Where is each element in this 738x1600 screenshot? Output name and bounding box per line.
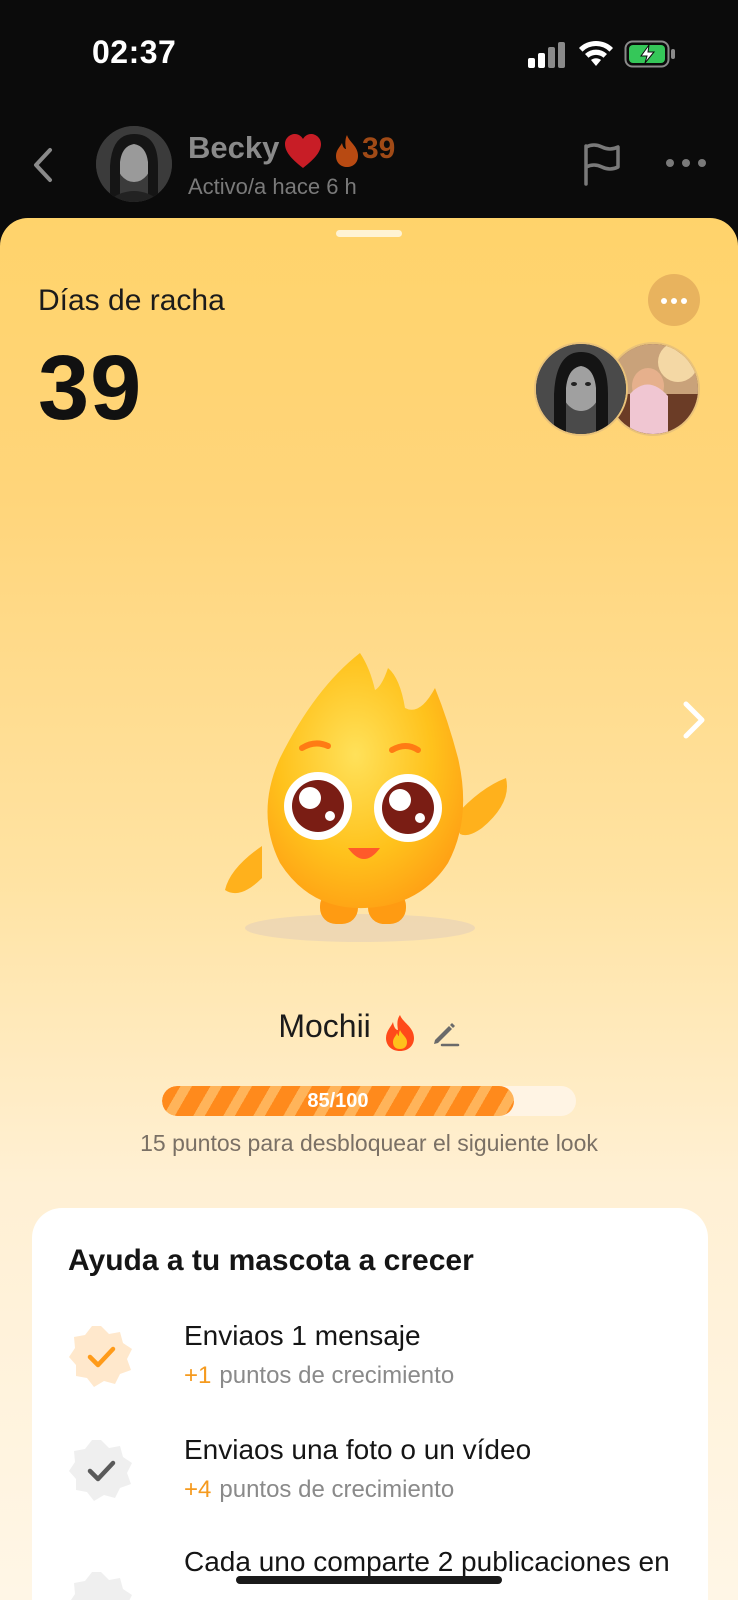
sheet-more-button[interactable] bbox=[648, 274, 700, 326]
growth-progress-bar: 85/100 bbox=[162, 1086, 576, 1116]
fire-icon bbox=[386, 1014, 415, 1051]
task-title: Cada uno comparte 2 publicaciones en bbox=[184, 1546, 670, 1577]
sheet-grabber[interactable] bbox=[336, 230, 402, 237]
points-label: puntos de crecimiento bbox=[219, 1476, 455, 1503]
dot-icon bbox=[681, 298, 687, 304]
status-time: 02:37 bbox=[92, 34, 177, 70]
task-item[interactable]: Enviaos una foto o un vídeo +4 puntos de … bbox=[68, 1434, 688, 1524]
status-bar: 02:37 bbox=[0, 0, 738, 110]
streak-sheet: Días de racha 39 Mochii 85/100 15 puntos… bbox=[0, 218, 738, 1600]
task-title: Enviaos 1 mensaje bbox=[184, 1320, 421, 1351]
avatar-user bbox=[534, 342, 628, 436]
task-points: +4 puntos de crecimiento bbox=[184, 1476, 454, 1504]
wifi-icon bbox=[579, 40, 613, 66]
dot-icon bbox=[661, 298, 667, 304]
pet-name: Mochii bbox=[278, 1008, 371, 1044]
progress-label: 85/100 bbox=[307, 1090, 369, 1112]
mascot-illustration bbox=[225, 653, 507, 942]
flag-icon[interactable] bbox=[580, 140, 624, 186]
avatar[interactable] bbox=[96, 126, 172, 202]
points-value: +4 bbox=[184, 1476, 212, 1503]
tasks-card-title: Ayuda a tu mascota a crecer bbox=[68, 1244, 474, 1277]
edit-pencil-icon[interactable] bbox=[430, 1018, 460, 1048]
task-title: Enviaos una foto o un vídeo bbox=[184, 1434, 532, 1465]
task-item[interactable]: Enviaos 1 mensaje +1 puntos de crecimient… bbox=[68, 1320, 688, 1410]
sheet-title: Días de racha bbox=[38, 284, 225, 317]
check-badge-icon bbox=[69, 1326, 132, 1387]
points-value: +1 bbox=[184, 1362, 212, 1389]
avatar-photo bbox=[96, 126, 172, 202]
check-badge-icon bbox=[71, 1572, 132, 1600]
check-badge-icon bbox=[69, 1440, 132, 1501]
dot-icon bbox=[671, 298, 677, 304]
streak-count: 39 bbox=[362, 132, 396, 165]
chat-header: Becky 39 Activo/a hace 6 h bbox=[0, 112, 738, 218]
points-label: puntos de crecimiento bbox=[219, 1362, 455, 1389]
home-indicator bbox=[236, 1576, 502, 1584]
contact-name: Becky bbox=[188, 130, 280, 165]
battery-charging-icon bbox=[624, 40, 675, 68]
task-points: +1 puntos de crecimiento bbox=[184, 1362, 454, 1390]
chevron-right-icon[interactable] bbox=[676, 698, 710, 742]
cellular-signal-icon bbox=[528, 42, 565, 68]
streak-flame-icon bbox=[336, 135, 358, 167]
progress-hint: 15 puntos para desbloquear el siguiente … bbox=[140, 1130, 598, 1156]
avatar-photo bbox=[536, 344, 626, 434]
activity-status: Activo/a hace 6 h bbox=[188, 174, 357, 199]
tasks-card: Ayuda a tu mascota a crecer Enviaos 1 me… bbox=[32, 1208, 708, 1600]
streak-days-count: 39 bbox=[38, 337, 143, 439]
pet-name-row: Mochii bbox=[0, 1008, 738, 1052]
heart-icon bbox=[285, 134, 321, 168]
task-item[interactable]: Cada uno comparte 2 publicaciones en bbox=[68, 1546, 688, 1600]
back-button[interactable] bbox=[24, 140, 64, 190]
more-options-icon[interactable] bbox=[664, 156, 708, 170]
